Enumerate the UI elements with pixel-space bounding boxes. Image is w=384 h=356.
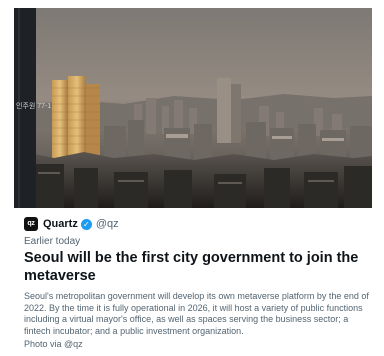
timestamp: Earlier today [24, 236, 81, 247]
source-handle[interactable]: @qz [96, 217, 119, 231]
photo-credit: Photo via @qz [24, 339, 83, 349]
verified-badge-icon: ✓ [80, 218, 92, 230]
source-name[interactable]: Quartz [43, 217, 78, 231]
story-description: Seoul's metropolitan government will dev… [24, 291, 369, 336]
tower-lettering: 인주원 77-1 [16, 101, 51, 110]
source-row[interactable]: qz Quartz ✓ @qz [24, 215, 119, 233]
city-skyline-illustration: 인주원 77-1 [14, 8, 372, 208]
story-headline[interactable]: Seoul will be the first city government … [24, 249, 374, 285]
hero-image[interactable]: 인주원 77-1 [14, 8, 372, 208]
quartz-logo-icon[interactable]: qz [24, 217, 38, 231]
story-card[interactable]: 인주원 77-1 qz Quartz ✓ @qz Earlier today S… [0, 0, 384, 356]
